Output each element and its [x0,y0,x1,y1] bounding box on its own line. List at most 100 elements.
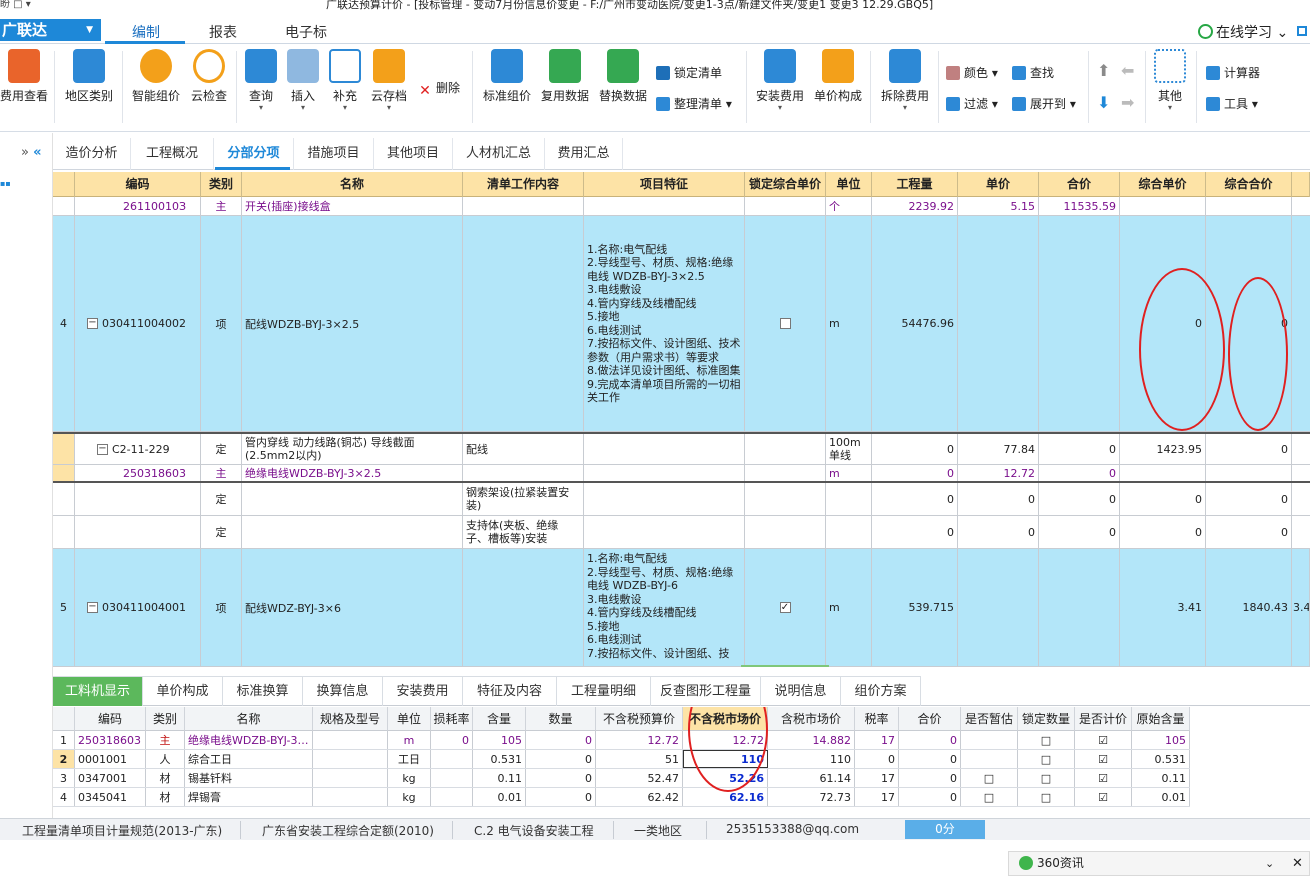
brow-lock-qty[interactable]: □ [1018,769,1075,787]
tab-fee-summary[interactable]: 费用汇总 [545,138,623,170]
tab-features-content[interactable]: 特征及内容 [463,676,557,706]
replace-data-button[interactable]: 替换数据 [597,49,649,104]
bheader-tax-rate[interactable]: 税率 [855,707,899,731]
color-button[interactable]: 颜色 ▾ [946,64,998,81]
tab-pricing-scheme[interactable]: 组价方案 [841,676,921,706]
lock-price-checkbox[interactable]: ✓ [779,602,791,613]
online-learning-button[interactable]: 在线学习 ⌄ [1198,22,1288,42]
row-qty[interactable]: 539.715 [872,549,958,666]
menu-edit[interactable]: 编制 [132,22,160,42]
install-fee-button[interactable]: 安装费用 ▾ [754,49,806,112]
tab-project-overview[interactable]: 工程概况 [131,138,214,170]
expand-panel-icon[interactable]: » « [21,145,42,160]
query-button[interactable]: 查询 ▾ [242,49,280,112]
move-up-icon[interactable]: ⬆ [1097,61,1110,80]
app-logo-menu[interactable]: 广联达 ▼ [0,19,101,41]
bheader-budget-price[interactable]: 不含税预算价 [596,707,683,731]
supplement-button[interactable]: 补充 ▾ [327,49,363,112]
tab-labor-material-summary[interactable]: 人材机汇总 [453,138,545,170]
move-left-icon[interactable]: ⬅ [1121,61,1134,80]
table-row[interactable]: 定 支持体(夹板、绝缘子、槽板等)安装 0 0 0 0 0 [53,516,1310,549]
header-type[interactable]: 类别 [201,172,242,197]
brow-priced[interactable]: ☑ [1075,750,1132,768]
news-close-icon[interactable]: ✕ [1292,852,1303,875]
table-row[interactable]: 定 钢索架设(拉紧装置安装) 0 0 0 0 0 [53,483,1310,516]
table-row[interactable]: 250318603 主 绝缘电线WDZB-BYJ-3×2.5 m 0 12.72… [53,465,1310,483]
grid-scroll-indicator[interactable] [741,665,829,667]
header-features[interactable]: 项目特征 [584,172,745,197]
header-code[interactable]: 编码 [75,172,201,197]
news-collapse-icon[interactable]: ⌄ [1265,852,1274,875]
tab-cost-analysis[interactable]: 造价分析 [53,138,131,170]
tab-unit-price-composition[interactable]: 单价构成 [143,676,223,706]
header-unit-price[interactable]: 单价 [958,172,1039,197]
table-row[interactable]: 1 250318603 主 绝缘电线WDZB-BYJ-3… m 0 105 0 … [53,731,1190,750]
score-badge[interactable]: 0分 [905,820,985,839]
other-button[interactable]: 其他 ▾ [1152,49,1188,112]
move-down-icon[interactable]: ⬇ [1097,93,1110,112]
calculator-button[interactable]: 计算器 [1206,64,1260,81]
brow-estimate[interactable]: □ [961,788,1018,806]
row-qty[interactable]: 54476.96 [872,216,958,431]
tab-labor-material-display[interactable]: 工料机显示 [53,676,143,706]
bheader-taxed-market-price[interactable]: 含税市场价 [768,707,855,731]
bheader-is-priced[interactable]: 是否计价 [1075,707,1132,731]
cloud-archive-button[interactable]: 云存档 ▾ [368,49,410,112]
quick-access-toolbar[interactable]: 盼 □ ▾ [0,0,31,10]
table-row[interactable]: − C2-11-229 定 管内穿线 动力线路(铜芯) 导线截面(2.5mm2以内… [53,432,1310,465]
brow-priced[interactable]: ☑ [1075,788,1132,806]
brow-priced[interactable]: ☑ [1075,731,1132,749]
header-name[interactable]: 名称 [242,172,463,197]
menu-report[interactable]: 报表 [209,22,237,42]
bheader-loss-rate[interactable]: 损耗率 [431,707,473,731]
move-right-icon[interactable]: ➡ [1121,93,1134,112]
bheader-lock-quantity[interactable]: 锁定数量 [1018,707,1075,731]
header-composite-price[interactable]: 综合单价 [1120,172,1206,197]
demolition-fee-button[interactable]: 拆除费用 ▾ [878,49,932,112]
header-composite-total[interactable]: 综合合价 [1206,172,1292,197]
bheader-is-estimate[interactable]: 是否暂估 [961,707,1018,731]
fee-view-button[interactable]: 费用查看 [0,49,48,104]
brow-estimate[interactable] [961,750,1018,768]
tab-graphic-quantity-lookup[interactable]: 反查图形工程量 [651,676,761,706]
header-quantity[interactable]: 工程量 [872,172,958,197]
tab-install-fee[interactable]: 安装费用 [383,676,463,706]
collapse-tree-icon[interactable]: − [97,443,108,455]
bheader-spec[interactable]: 规格及型号 [313,707,388,731]
insert-button[interactable]: 插入 ▾ [285,49,321,112]
bheader-total[interactable]: 合价 [899,707,961,731]
window-restore-icon[interactable] [1297,26,1307,36]
find-button[interactable]: 查找 [1012,64,1054,81]
bheader-original-content[interactable]: 原始含量 [1132,707,1190,731]
lock-price-checkbox[interactable] [779,318,791,329]
brow-priced[interactable]: ☑ [1075,769,1132,787]
bheader-content[interactable]: 含量 [473,707,526,731]
brow-lock-qty[interactable]: □ [1018,750,1075,768]
table-row[interactable]: 5 −030411004001 项 配线WDZ-BYJ-3×6 1.名称:电气配… [53,549,1310,667]
tab-quantity-detail[interactable]: 工程量明细 [557,676,651,706]
tab-description[interactable]: 说明信息 [761,676,841,706]
brow-lock-qty[interactable]: □ [1018,731,1075,749]
collapse-tree-icon[interactable]: − [87,318,98,329]
bheader-type[interactable]: 类别 [146,707,185,731]
region-category-button[interactable]: 地区类别 [62,49,116,104]
brow-estimate[interactable] [961,731,1018,749]
table-row[interactable]: 2 0001001 人 综合工日 工日 0.531 0 51 110 110 0… [53,750,1190,769]
news-popup[interactable]: 360资讯 ⌄ ✕ [1008,851,1310,876]
delete-button[interactable]: ✕ 删除 [418,79,460,98]
collapse-tree-icon[interactable]: − [87,602,98,613]
tab-other-items[interactable]: 其他项目 [374,138,453,170]
standard-pricing-button[interactable]: 标准组价 [481,49,533,104]
bheader-code[interactable]: 编码 [75,707,146,731]
smart-pricing-button[interactable]: 智能组价 [130,49,182,104]
table-row[interactable]: 4 0345041 材 焊锡膏 kg 0.01 0 62.42 62.16 72… [53,788,1190,807]
tools-button[interactable]: 工具 ▾ [1206,95,1258,112]
bheader-name[interactable]: 名称 [185,707,313,731]
header-lock-price[interactable]: 锁定综合单价 [745,172,826,197]
header-total[interactable]: 合价 [1039,172,1120,197]
tab-sub-items[interactable]: 分部分项 [214,138,294,170]
tab-standard-conversion[interactable]: 标准换算 [223,676,303,706]
tidy-list-button[interactable]: 整理清单 ▾ [656,95,732,112]
reuse-data-button[interactable]: 复用数据 [539,49,591,104]
filter-button[interactable]: 过滤 ▾ [946,95,998,112]
